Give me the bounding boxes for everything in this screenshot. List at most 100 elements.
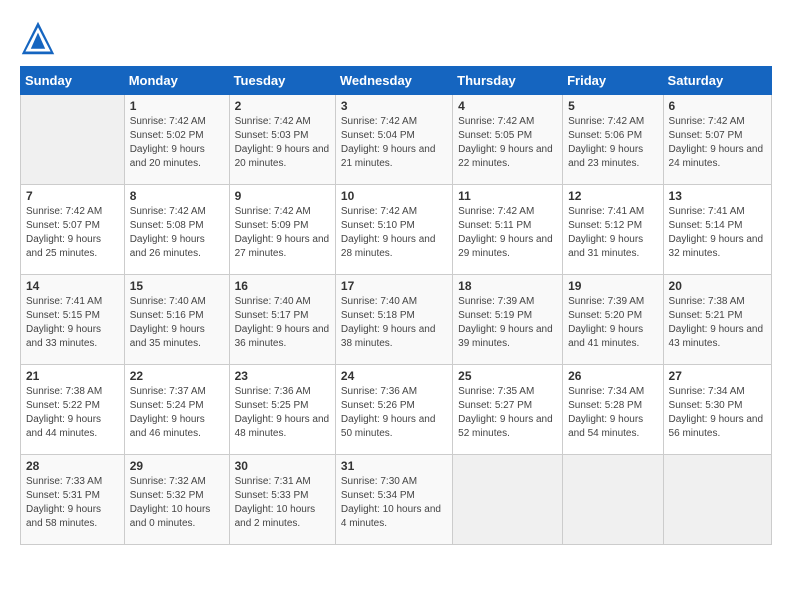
day-detail: Sunrise: 7:40 AMSunset: 5:18 PMDaylight:… xyxy=(341,296,436,349)
day-number: 15 xyxy=(130,279,224,293)
calendar-table: SundayMondayTuesdayWednesdayThursdayFrid… xyxy=(20,66,772,545)
day-detail: Sunrise: 7:41 AMSunset: 5:15 PMDaylight:… xyxy=(26,296,102,349)
day-cell xyxy=(663,455,771,545)
day-cell: 9 Sunrise: 7:42 AMSunset: 5:09 PMDayligh… xyxy=(229,185,335,275)
day-detail: Sunrise: 7:42 AMSunset: 5:09 PMDaylight:… xyxy=(235,206,330,259)
day-cell: 3 Sunrise: 7:42 AMSunset: 5:04 PMDayligh… xyxy=(335,95,452,185)
day-detail: Sunrise: 7:42 AMSunset: 5:03 PMDaylight:… xyxy=(235,116,330,169)
day-cell: 22 Sunrise: 7:37 AMSunset: 5:24 PMDaylig… xyxy=(124,365,229,455)
day-cell: 31 Sunrise: 7:30 AMSunset: 5:34 PMDaylig… xyxy=(335,455,452,545)
day-cell: 24 Sunrise: 7:36 AMSunset: 5:26 PMDaylig… xyxy=(335,365,452,455)
day-number: 26 xyxy=(568,369,657,383)
day-cell: 16 Sunrise: 7:40 AMSunset: 5:17 PMDaylig… xyxy=(229,275,335,365)
day-number: 8 xyxy=(130,189,224,203)
day-number: 24 xyxy=(341,369,447,383)
day-number: 22 xyxy=(130,369,224,383)
day-detail: Sunrise: 7:39 AMSunset: 5:20 PMDaylight:… xyxy=(568,296,644,349)
day-detail: Sunrise: 7:40 AMSunset: 5:16 PMDaylight:… xyxy=(130,296,206,349)
day-detail: Sunrise: 7:42 AMSunset: 5:07 PMDaylight:… xyxy=(669,116,764,169)
day-detail: Sunrise: 7:31 AMSunset: 5:33 PMDaylight:… xyxy=(235,476,316,529)
day-detail: Sunrise: 7:35 AMSunset: 5:27 PMDaylight:… xyxy=(458,386,553,439)
day-detail: Sunrise: 7:41 AMSunset: 5:14 PMDaylight:… xyxy=(669,206,764,259)
day-number: 6 xyxy=(669,99,766,113)
day-number: 28 xyxy=(26,459,119,473)
header-cell-wednesday: Wednesday xyxy=(335,67,452,95)
day-detail: Sunrise: 7:41 AMSunset: 5:12 PMDaylight:… xyxy=(568,206,644,259)
day-number: 18 xyxy=(458,279,557,293)
day-cell xyxy=(453,455,563,545)
day-cell: 29 Sunrise: 7:32 AMSunset: 5:32 PMDaylig… xyxy=(124,455,229,545)
day-cell: 7 Sunrise: 7:42 AMSunset: 5:07 PMDayligh… xyxy=(21,185,125,275)
day-number: 21 xyxy=(26,369,119,383)
day-cell: 14 Sunrise: 7:41 AMSunset: 5:15 PMDaylig… xyxy=(21,275,125,365)
day-detail: Sunrise: 7:42 AMSunset: 5:08 PMDaylight:… xyxy=(130,206,206,259)
day-number: 7 xyxy=(26,189,119,203)
day-cell: 4 Sunrise: 7:42 AMSunset: 5:05 PMDayligh… xyxy=(453,95,563,185)
day-detail: Sunrise: 7:42 AMSunset: 5:04 PMDaylight:… xyxy=(341,116,436,169)
day-number: 25 xyxy=(458,369,557,383)
header-cell-thursday: Thursday xyxy=(453,67,563,95)
day-detail: Sunrise: 7:34 AMSunset: 5:28 PMDaylight:… xyxy=(568,386,644,439)
week-row-5: 28 Sunrise: 7:33 AMSunset: 5:31 PMDaylig… xyxy=(21,455,772,545)
day-cell xyxy=(563,455,663,545)
day-number: 9 xyxy=(235,189,330,203)
day-detail: Sunrise: 7:42 AMSunset: 5:05 PMDaylight:… xyxy=(458,116,553,169)
page-header xyxy=(20,20,772,56)
day-detail: Sunrise: 7:34 AMSunset: 5:30 PMDaylight:… xyxy=(669,386,764,439)
week-row-4: 21 Sunrise: 7:38 AMSunset: 5:22 PMDaylig… xyxy=(21,365,772,455)
logo xyxy=(20,20,62,56)
day-detail: Sunrise: 7:38 AMSunset: 5:22 PMDaylight:… xyxy=(26,386,102,439)
header-cell-monday: Monday xyxy=(124,67,229,95)
day-number: 23 xyxy=(235,369,330,383)
day-cell: 1 Sunrise: 7:42 AMSunset: 5:02 PMDayligh… xyxy=(124,95,229,185)
day-detail: Sunrise: 7:42 AMSunset: 5:02 PMDaylight:… xyxy=(130,116,206,169)
header-cell-sunday: Sunday xyxy=(21,67,125,95)
day-cell: 10 Sunrise: 7:42 AMSunset: 5:10 PMDaylig… xyxy=(335,185,452,275)
day-number: 5 xyxy=(568,99,657,113)
day-number: 30 xyxy=(235,459,330,473)
day-detail: Sunrise: 7:42 AMSunset: 5:10 PMDaylight:… xyxy=(341,206,436,259)
day-number: 16 xyxy=(235,279,330,293)
logo-icon xyxy=(20,20,56,56)
day-cell: 21 Sunrise: 7:38 AMSunset: 5:22 PMDaylig… xyxy=(21,365,125,455)
day-number: 4 xyxy=(458,99,557,113)
day-detail: Sunrise: 7:36 AMSunset: 5:25 PMDaylight:… xyxy=(235,386,330,439)
header-cell-friday: Friday xyxy=(563,67,663,95)
day-detail: Sunrise: 7:42 AMSunset: 5:11 PMDaylight:… xyxy=(458,206,553,259)
calendar-body: 1 Sunrise: 7:42 AMSunset: 5:02 PMDayligh… xyxy=(21,95,772,545)
day-number: 13 xyxy=(669,189,766,203)
day-number: 2 xyxy=(235,99,330,113)
day-number: 11 xyxy=(458,189,557,203)
day-detail: Sunrise: 7:32 AMSunset: 5:32 PMDaylight:… xyxy=(130,476,211,529)
day-detail: Sunrise: 7:42 AMSunset: 5:06 PMDaylight:… xyxy=(568,116,644,169)
day-cell: 11 Sunrise: 7:42 AMSunset: 5:11 PMDaylig… xyxy=(453,185,563,275)
day-detail: Sunrise: 7:38 AMSunset: 5:21 PMDaylight:… xyxy=(669,296,764,349)
day-cell xyxy=(21,95,125,185)
day-detail: Sunrise: 7:30 AMSunset: 5:34 PMDaylight:… xyxy=(341,476,441,529)
header-row: SundayMondayTuesdayWednesdayThursdayFrid… xyxy=(21,67,772,95)
day-number: 12 xyxy=(568,189,657,203)
day-cell: 12 Sunrise: 7:41 AMSunset: 5:12 PMDaylig… xyxy=(563,185,663,275)
day-detail: Sunrise: 7:37 AMSunset: 5:24 PMDaylight:… xyxy=(130,386,206,439)
day-cell: 28 Sunrise: 7:33 AMSunset: 5:31 PMDaylig… xyxy=(21,455,125,545)
header-cell-saturday: Saturday xyxy=(663,67,771,95)
day-cell: 15 Sunrise: 7:40 AMSunset: 5:16 PMDaylig… xyxy=(124,275,229,365)
day-cell: 13 Sunrise: 7:41 AMSunset: 5:14 PMDaylig… xyxy=(663,185,771,275)
day-number: 17 xyxy=(341,279,447,293)
day-cell: 5 Sunrise: 7:42 AMSunset: 5:06 PMDayligh… xyxy=(563,95,663,185)
day-number: 31 xyxy=(341,459,447,473)
day-cell: 8 Sunrise: 7:42 AMSunset: 5:08 PMDayligh… xyxy=(124,185,229,275)
day-cell: 17 Sunrise: 7:40 AMSunset: 5:18 PMDaylig… xyxy=(335,275,452,365)
day-number: 1 xyxy=(130,99,224,113)
day-cell: 6 Sunrise: 7:42 AMSunset: 5:07 PMDayligh… xyxy=(663,95,771,185)
day-number: 27 xyxy=(669,369,766,383)
day-detail: Sunrise: 7:40 AMSunset: 5:17 PMDaylight:… xyxy=(235,296,330,349)
day-detail: Sunrise: 7:42 AMSunset: 5:07 PMDaylight:… xyxy=(26,206,102,259)
day-cell: 30 Sunrise: 7:31 AMSunset: 5:33 PMDaylig… xyxy=(229,455,335,545)
day-number: 20 xyxy=(669,279,766,293)
day-number: 3 xyxy=(341,99,447,113)
day-detail: Sunrise: 7:39 AMSunset: 5:19 PMDaylight:… xyxy=(458,296,553,349)
day-number: 10 xyxy=(341,189,447,203)
calendar-header: SundayMondayTuesdayWednesdayThursdayFrid… xyxy=(21,67,772,95)
day-cell: 18 Sunrise: 7:39 AMSunset: 5:19 PMDaylig… xyxy=(453,275,563,365)
